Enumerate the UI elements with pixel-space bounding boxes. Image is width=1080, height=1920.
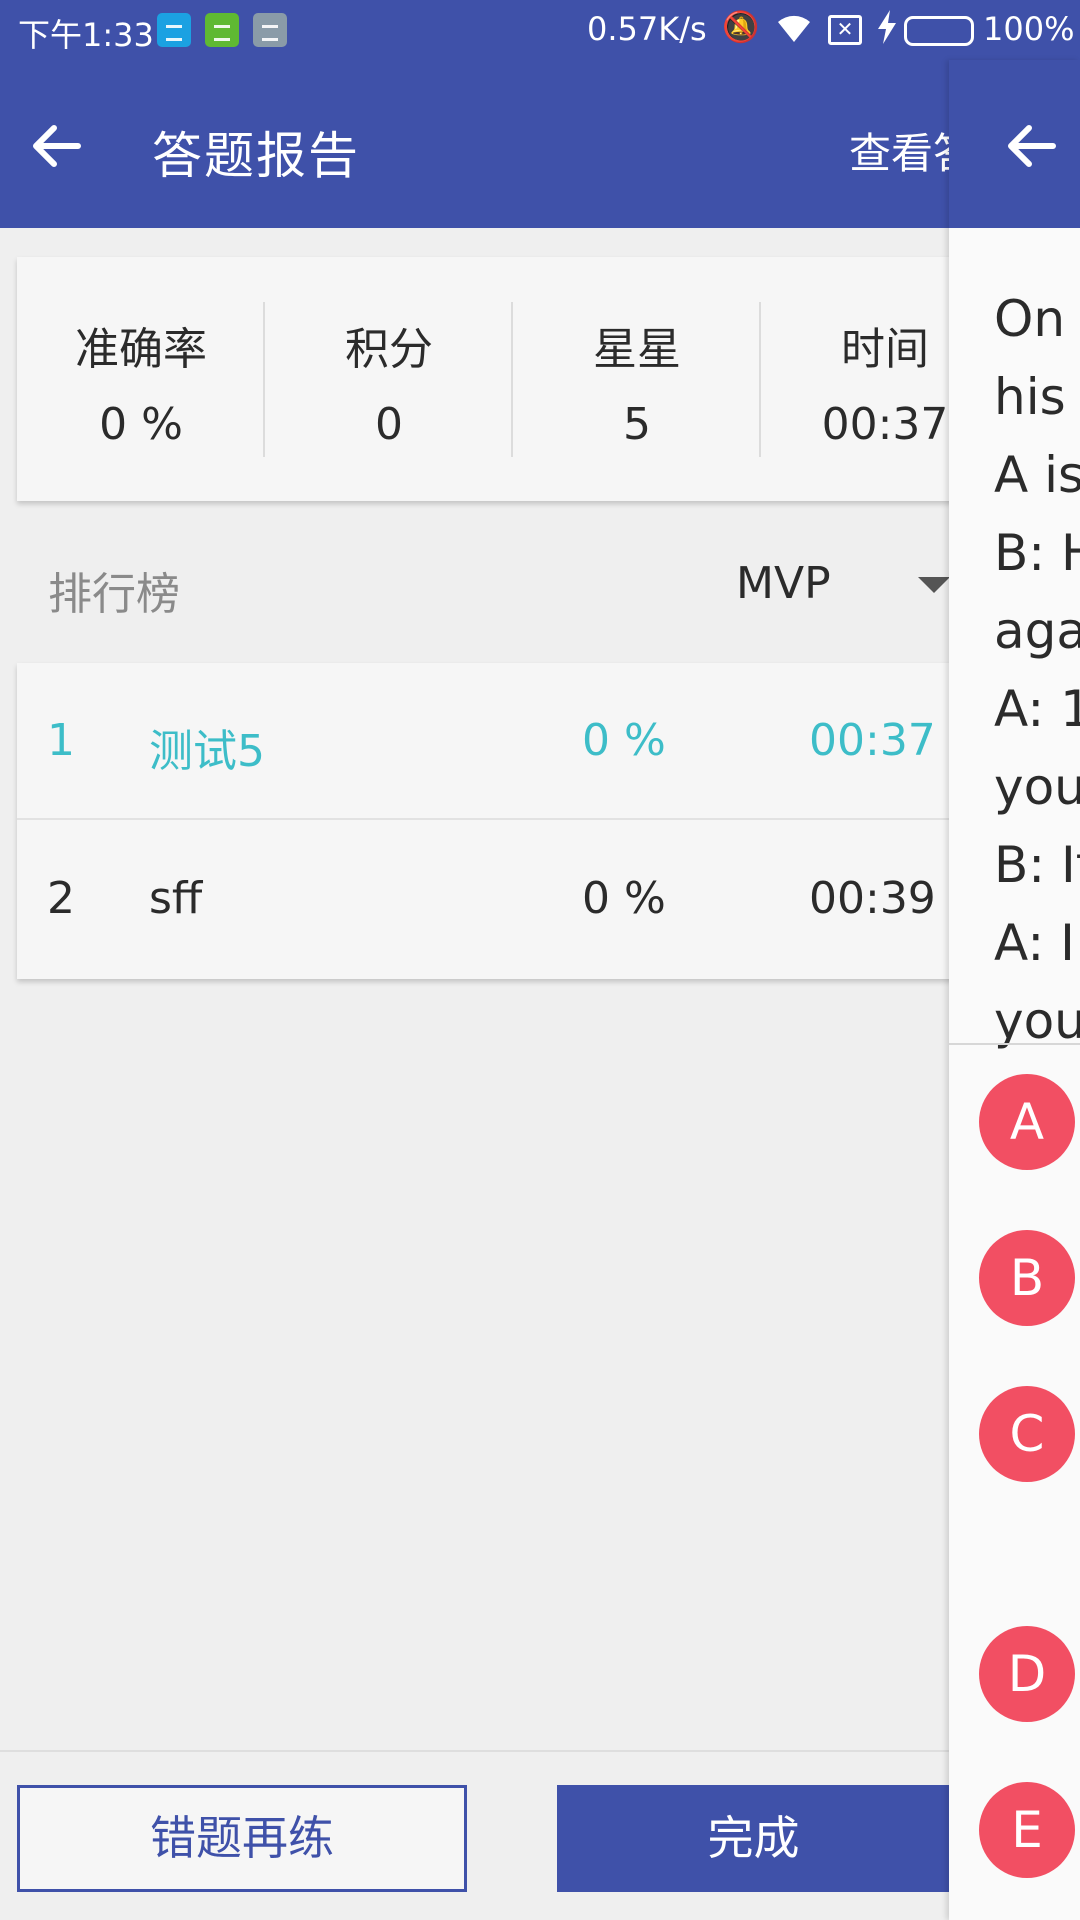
passage-line: his t	[994, 368, 1080, 426]
passage-line: A is	[994, 446, 1080, 504]
stat-accuracy: 准确率 0 %	[17, 257, 265, 501]
player-name: sff	[149, 873, 203, 924]
passage-line: B: H	[994, 524, 1080, 582]
battery-icon	[904, 16, 974, 46]
retry-wrong-button[interactable]: 错题再练	[17, 1785, 467, 1892]
panel-app-bar	[949, 60, 1080, 228]
battery-percent: 100%	[983, 10, 1075, 48]
ranking-type-select[interactable]: MVP	[736, 558, 831, 609]
stat-value: 0 %	[99, 399, 183, 450]
question-panel: On a his t A is B: H aga A: 1 you B: It …	[949, 60, 1080, 1920]
back-arrow-icon[interactable]	[28, 118, 84, 174]
ranking-title: 排行榜	[48, 569, 180, 620]
android-icon	[205, 13, 239, 47]
stats-card: 准确率 0 % 积分 0 星星 5 时间 00:37	[17, 257, 957, 501]
option-c-button[interactable]: C	[979, 1386, 1075, 1482]
ranking-row[interactable]: 1 测试5 0 % 00:37	[17, 663, 957, 820]
status-bar: 下午1:33 0.57K/s 🔕 ✕ 100%	[0, 0, 1080, 60]
passage-line: On a	[994, 290, 1080, 348]
passage-line: A: I	[994, 914, 1075, 972]
passage-line: you	[994, 758, 1080, 816]
ranking-row[interactable]: 2 sff 0 % 00:39	[17, 821, 957, 978]
dropdown-caret-icon[interactable]	[918, 577, 950, 593]
page-title: 答题报告	[152, 127, 360, 185]
question-passage: On a his t A is B: H aga A: 1 you B: It …	[994, 280, 1080, 1060]
ranking-header: 排行榜 MVP	[0, 520, 950, 648]
sim-icon: ✕	[828, 15, 862, 45]
wifi-icon	[774, 10, 814, 52]
option-b-button[interactable]: B	[979, 1230, 1075, 1326]
status-time: 下午1:33	[18, 16, 154, 54]
bottom-action-bar: 错题再练 完成	[0, 1750, 950, 1920]
passage-line: you	[994, 992, 1080, 1050]
player-accuracy: 0 %	[582, 715, 666, 766]
stat-stars: 星星 5	[513, 257, 761, 501]
option-e-button[interactable]: E	[979, 1782, 1075, 1878]
stat-label: 积分	[345, 324, 433, 375]
rank-number: 1	[47, 715, 75, 766]
stat-points: 积分 0	[265, 257, 513, 501]
player-time: 00:39	[809, 873, 936, 924]
network-speed: 0.57K/s	[587, 10, 707, 48]
usb-icon	[157, 13, 191, 47]
option-d-button[interactable]: D	[979, 1626, 1075, 1722]
back-arrow-icon[interactable]	[1003, 118, 1059, 174]
stat-value: 0	[375, 399, 403, 450]
done-button[interactable]: 完成	[557, 1785, 950, 1892]
ranking-list: 1 测试5 0 % 00:37 2 sff 0 % 00:39	[17, 663, 957, 979]
divider	[949, 1043, 1080, 1045]
stat-value: 5	[623, 399, 651, 450]
stat-label: 准确率	[75, 324, 207, 375]
stat-label: 星星	[593, 324, 681, 375]
passage-line: A: 1	[994, 680, 1080, 738]
charging-icon	[876, 10, 898, 52]
player-name: 测试5	[149, 726, 265, 777]
passage-line: B: It	[994, 836, 1080, 894]
player-time: 00:37	[809, 715, 936, 766]
player-accuracy: 0 %	[582, 873, 666, 924]
rank-number: 2	[47, 873, 75, 924]
message-icon	[253, 13, 287, 47]
passage-line: aga	[994, 602, 1080, 660]
option-a-button[interactable]: A	[979, 1074, 1075, 1170]
mute-icon: 🔕	[722, 10, 760, 45]
app-bar: 答题报告 查看答	[0, 60, 975, 228]
